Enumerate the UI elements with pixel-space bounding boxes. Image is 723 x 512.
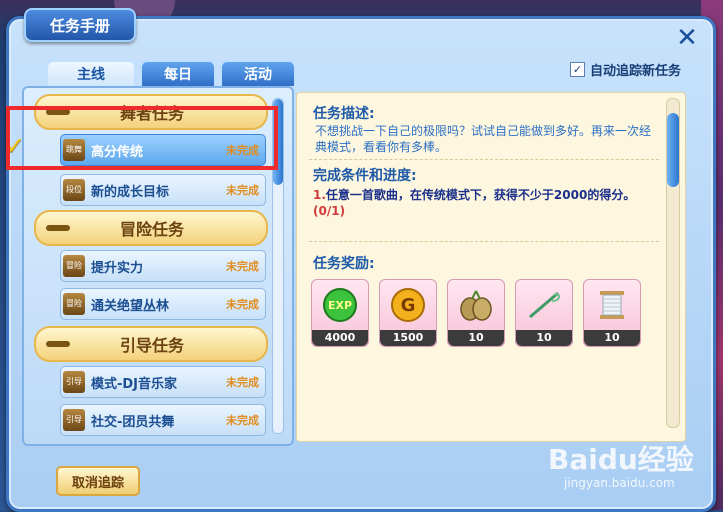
condition-body: 任意一首歌曲，在传统模式下，获得不少于2000的得分。 (325, 188, 636, 202)
reward-qty: 1500 (380, 330, 436, 346)
condition-number: 1. (313, 188, 326, 202)
window-title: 任务手册 (24, 8, 136, 42)
quest-badge-icon: 段位 (63, 179, 85, 201)
category-adventure[interactable]: 冒险任务 (34, 210, 268, 246)
quest-badge-icon: 冒险 (63, 293, 85, 315)
tab-bar: 主线 每日 活动 (46, 60, 296, 86)
quest-item[interactable]: 冒险 提升实力 未完成 (60, 250, 266, 282)
quest-name: 提升实力 (91, 260, 144, 276)
tab-daily[interactable]: 每日 (140, 60, 216, 86)
quest-status: 未完成 (226, 414, 259, 427)
quest-item[interactable]: 引导 社交-团员共舞 未完成 (60, 404, 266, 436)
close-icon[interactable]: ✕ (675, 25, 699, 51)
quest-badge-icon: 冒险 (63, 255, 85, 277)
divider (309, 159, 659, 160)
selection-highlight-box (6, 106, 278, 170)
detail-scrollbar[interactable] (666, 98, 680, 428)
gold-label: G (401, 295, 416, 316)
quest-name: 社交-团员共舞 (91, 414, 175, 430)
description-title: 任务描述: (313, 106, 375, 122)
reward-slot[interactable]: EXP 4000 (311, 279, 369, 347)
category-label: 冒险任务 (119, 220, 184, 239)
quest-badge-icon: 引导 (63, 371, 85, 393)
auto-track-toggle[interactable]: ✓ 自动追踪新任务 (570, 60, 681, 79)
auto-track-checkbox[interactable]: ✓ (570, 62, 585, 77)
scrollbar-thumb[interactable] (667, 113, 679, 187)
needle-icon (522, 286, 566, 324)
auto-track-label: 自动追踪新任务 (590, 64, 682, 79)
quest-status: 未完成 (226, 260, 259, 273)
reward-title: 任务奖励: (313, 256, 375, 272)
watermark-url: jingyan.baidu.com (564, 476, 675, 490)
quest-name: 新的成长目标 (91, 184, 170, 200)
condition-progress: (0/1) (313, 204, 346, 218)
category-label: 引导任务 (119, 336, 184, 355)
gold-coin-icon: G (386, 286, 430, 324)
collapse-icon (46, 225, 70, 231)
reward-qty: 4000 (312, 330, 368, 346)
baidu-watermark: Baidu经验 jingyan.baidu.com (548, 438, 694, 490)
condition-text: 1.任意一首歌曲，在传统模式下，获得不少于2000的得分。 (0/1) (313, 187, 653, 219)
tab-main[interactable]: 主线 (46, 60, 136, 86)
quest-item[interactable]: 冒险 通关绝望丛林 未完成 (60, 288, 266, 320)
tab-event[interactable]: 活动 (220, 60, 296, 86)
quest-name: 模式-DJ音乐家 (91, 376, 178, 392)
seed-pod-icon (454, 286, 498, 324)
reward-qty: 10 (584, 330, 640, 346)
exp-icon: EXP (318, 286, 362, 324)
reward-slot[interactable]: G 1500 (379, 279, 437, 347)
quest-status: 未完成 (226, 184, 259, 197)
cancel-tracking-button[interactable]: 取消追踪 (56, 466, 140, 496)
category-guide[interactable]: 引导任务 (34, 326, 268, 362)
reward-qty: 10 (448, 330, 504, 346)
quest-status: 未完成 (226, 376, 259, 389)
quest-status: 未完成 (226, 298, 259, 311)
reward-slot[interactable]: 10 (515, 279, 573, 347)
quest-item[interactable]: 引导 模式-DJ音乐家 未完成 (60, 366, 266, 398)
reward-qty: 10 (516, 330, 572, 346)
reward-slot[interactable]: 10 (583, 279, 641, 347)
quest-badge-icon: 引导 (63, 409, 85, 431)
divider (309, 241, 659, 242)
collapse-icon (46, 341, 70, 347)
thread-spool-icon (590, 286, 634, 324)
quest-name: 通关绝望丛林 (91, 298, 170, 314)
description-text: 不想挑战一下自己的极限吗？试试自己能做到多好。再来一次经典模式，看看你有多棒。 (315, 124, 652, 154)
quest-item[interactable]: 段位 新的成长目标 未完成 (60, 174, 266, 206)
exp-label: EXP (328, 299, 352, 312)
condition-title: 完成条件和进度: (313, 168, 417, 184)
quest-detail-panel: 任务描述: 不想挑战一下自己的极限吗？试试自己能做到多好。再来一次经典模式，看看… (296, 92, 686, 442)
reward-slot[interactable]: 10 (447, 279, 505, 347)
watermark-title: Baidu经验 (548, 443, 694, 476)
